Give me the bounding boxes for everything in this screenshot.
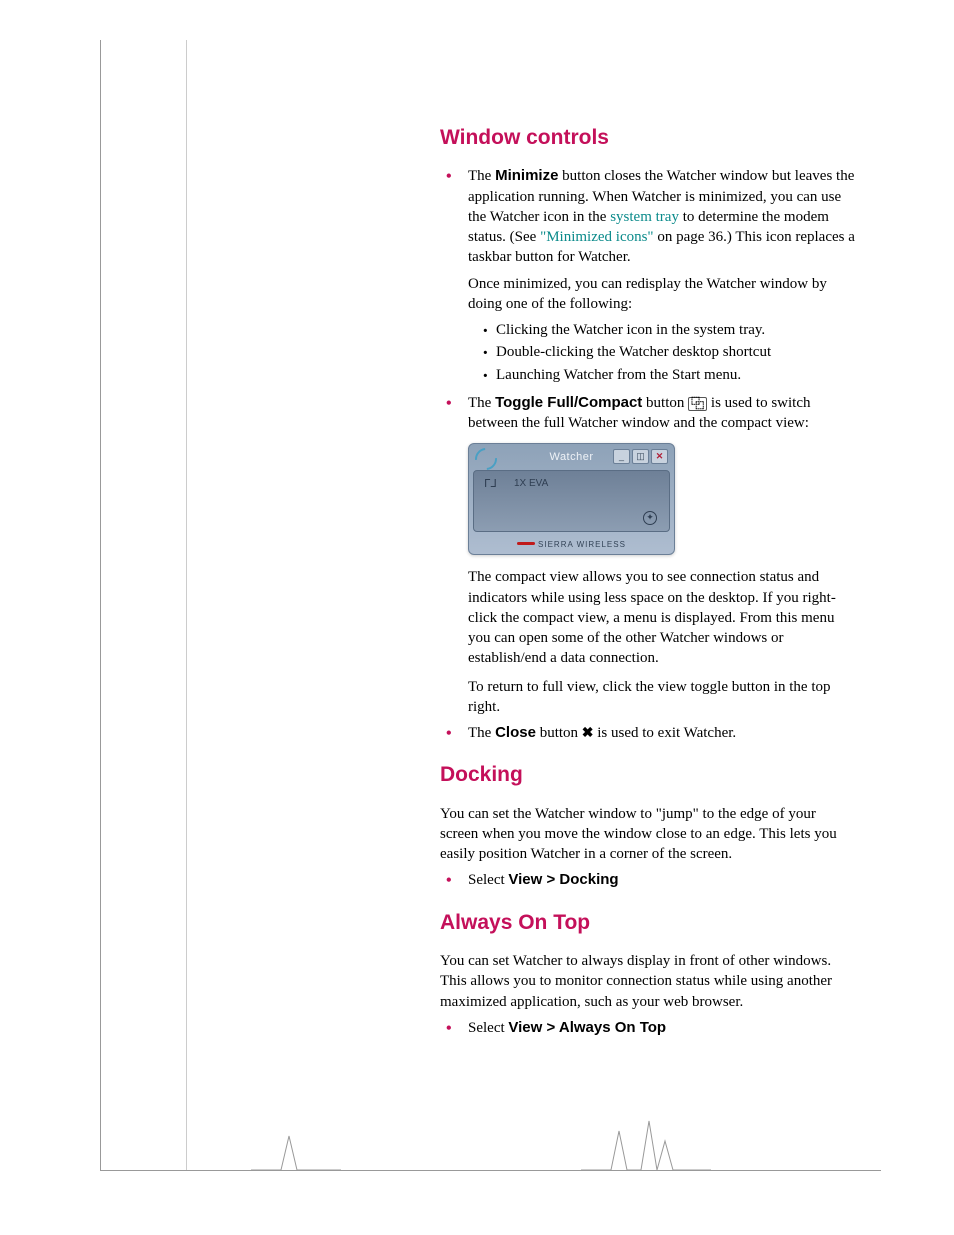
toggle-icon: ⿻ — [688, 397, 707, 411]
always-on-top-list: Select View > Always On Top — [440, 1018, 855, 1038]
watcher-body: ᒥᒧ 1X EVA ✦ — [473, 470, 670, 532]
watcher-minimize-icon[interactable]: _ — [613, 449, 630, 464]
pulse-decoration-left — [251, 1111, 341, 1171]
bullet-docking-select: Select View > Docking — [440, 870, 855, 890]
close-icon: ✖ — [582, 723, 594, 742]
link-system-tray[interactable]: system tray — [610, 209, 679, 225]
heading-window-controls: Window controls — [440, 124, 855, 152]
watcher-window-controls: _ ◫ ✕ — [613, 449, 668, 464]
docking-para: You can set the Watcher window to "jump"… — [440, 804, 855, 865]
watcher-compact-screenshot: Watcher _ ◫ ✕ ᒥᒧ 1X EVA ✦ SIERRA WIRELES… — [468, 443, 675, 555]
toggle-label: Toggle Full/Compact — [495, 394, 642, 411]
heading-always-on-top: Always On Top — [440, 909, 855, 937]
watcher-toggle-icon[interactable]: ◫ — [632, 449, 649, 464]
redisplay-options: Clicking the Watcher icon in the system … — [482, 320, 855, 385]
page-content: Window controls The Minimize button clos… — [440, 124, 855, 1048]
bullet-minimize: The Minimize button closes the Watcher w… — [440, 166, 855, 385]
heading-docking: Docking — [440, 761, 855, 789]
text: button — [642, 395, 688, 411]
text: Select — [468, 872, 508, 888]
gps-icon: ✦ — [643, 511, 657, 525]
docking-menu-path: View > Docking — [508, 871, 618, 888]
text: button — [536, 725, 582, 741]
text: Select — [468, 1020, 508, 1036]
close-label: Close — [495, 724, 536, 741]
pulse-decoration-right — [581, 1111, 711, 1171]
text: The — [468, 725, 495, 741]
always-on-top-para: You can set Watcher to always display in… — [440, 951, 855, 1012]
compact-description: The compact view allows you to see conne… — [468, 567, 855, 668]
watcher-mode: 1X EVA — [514, 477, 548, 491]
watcher-close-icon[interactable]: ✕ — [651, 449, 668, 464]
minimize-label: Minimize — [495, 167, 558, 184]
bullet-close: The Close button ✖ is used to exit Watch… — [440, 723, 855, 743]
aot-menu-path: View > Always On Top — [508, 1019, 666, 1036]
sub-item-shortcut: Double-clicking the Watcher desktop shor… — [482, 342, 855, 362]
inner-margin-rule — [186, 40, 188, 1170]
sub-item-tray: Clicking the Watcher icon in the system … — [482, 320, 855, 340]
text: is used to exit Watcher. — [594, 725, 737, 741]
sub-item-startmenu: Launching Watcher from the Start menu. — [482, 365, 855, 385]
text: The — [468, 395, 495, 411]
docking-list: Select View > Docking — [440, 870, 855, 890]
watcher-brand-text: SIERRA WIRELESS — [538, 540, 626, 549]
bullet-aot-select: Select View > Always On Top — [440, 1018, 855, 1038]
signal-antenna-icon: ᒥᒧ — [484, 477, 497, 492]
return-full-view: To return to full view, click the view t… — [468, 677, 855, 718]
text: The — [468, 168, 495, 184]
link-minimized-icons[interactable]: "Minimized icons" — [540, 229, 653, 245]
bullet-toggle: The Toggle Full/Compact button ⿻ is used… — [440, 393, 855, 434]
redisplay-para: Once minimized, you can redisplay the Wa… — [468, 274, 855, 315]
close-list: The Close button ✖ is used to exit Watch… — [440, 723, 855, 743]
watcher-brand: SIERRA WIRELESS — [469, 540, 674, 551]
window-controls-list: The Minimize button closes the Watcher w… — [440, 166, 855, 433]
